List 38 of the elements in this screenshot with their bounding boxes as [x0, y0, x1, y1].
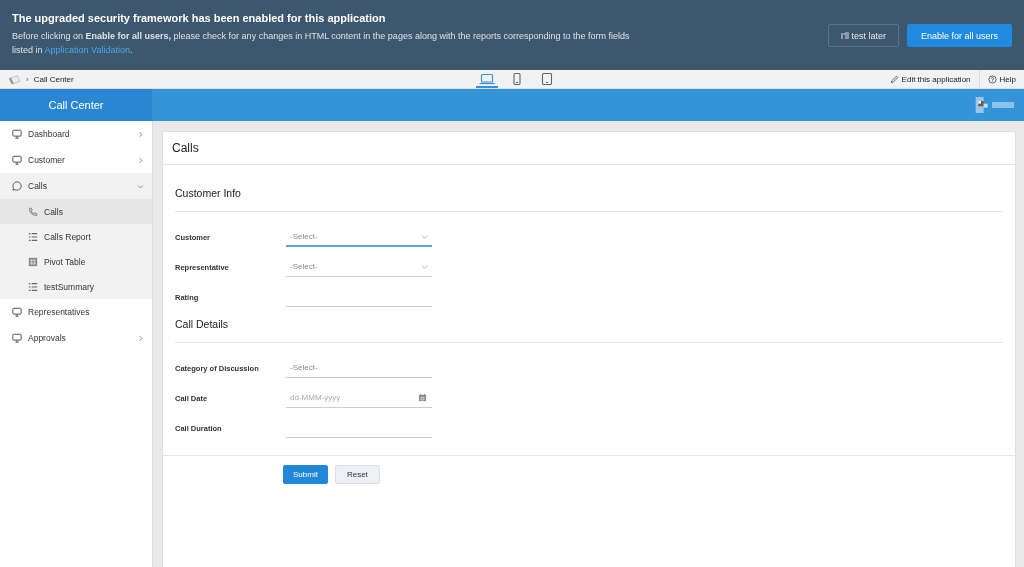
submit-button[interactable]: Submit — [283, 465, 328, 484]
sidebar-item[interactable]: Calls — [0, 173, 152, 199]
breadcrumb-separator: › — [26, 74, 29, 84]
phone-icon — [28, 206, 38, 217]
breadcrumb[interactable]: Call Center — [33, 74, 74, 84]
form-title: Calls — [163, 132, 1015, 165]
help-icon — [987, 74, 997, 84]
monitor-icon — [12, 307, 22, 317]
monitor-icon — [12, 333, 22, 343]
chevron-icon — [421, 263, 428, 270]
list-icon — [28, 281, 38, 292]
banner-title: The upgraded security framework has been enabled for this application — [12, 12, 387, 24]
monitor-icon — [12, 155, 22, 165]
app-logo-icon — [8, 73, 21, 85]
banner-message: Before clicking on Enable for all users, please check for any changes in HTML content in the pages along with the reports corresponding to the form fields listed in Application Validation. — [12, 30, 631, 57]
edit-application-button[interactable]: Edit this application — [881, 70, 979, 88]
list-icon — [28, 231, 38, 242]
section-title: Call Details — [175, 312, 1003, 343]
select-field[interactable]: -Select- — [286, 257, 432, 277]
chevron-icon — [421, 232, 428, 240]
sidebar-subitem[interactable]: Calls — [0, 199, 152, 224]
input-field[interactable]: -Select- — [286, 358, 432, 378]
monitor-icon — [12, 129, 22, 139]
app-title: Call Center — [0, 89, 152, 121]
select-field[interactable]: -Select- — [286, 227, 432, 247]
grid-icon — [28, 256, 38, 267]
calendar-icon — [418, 393, 427, 402]
reset-button[interactable]: Reset — [334, 465, 380, 484]
section-title: Customer Info — [175, 165, 1003, 212]
laptop-icon — [479, 72, 495, 85]
user-avatar-icon[interactable] — [973, 95, 989, 115]
user-name-blurred — [992, 102, 1014, 108]
help-button[interactable]: Help — [978, 70, 1024, 88]
tablet-icon — [539, 72, 555, 85]
chat-icon — [12, 181, 22, 191]
test-later-button[interactable]: I'll test later — [827, 24, 899, 47]
enable-button[interactable]: Enable for all users — [906, 24, 1012, 47]
pencil-icon — [889, 74, 899, 84]
